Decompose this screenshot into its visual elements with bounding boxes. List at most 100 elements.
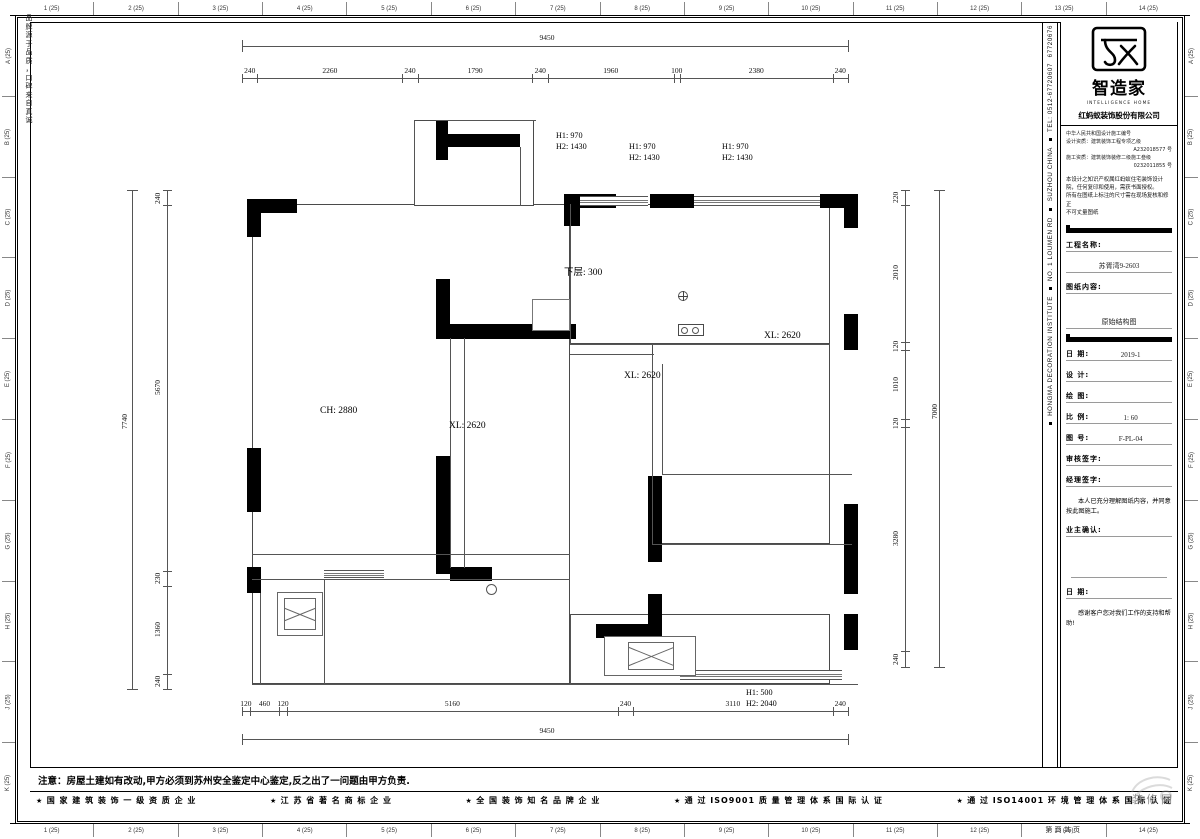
vstrip-line-5: 67720676: [1046, 25, 1054, 58]
dim-tick: [249, 707, 251, 716]
partition-line: [520, 147, 521, 206]
meta-field-row[interactable]: 经理签字:: [1066, 471, 1172, 488]
ruler-tick: 12 (25): [938, 2, 1023, 15]
dim-tick: [163, 673, 172, 675]
dim-segment-label: 240: [153, 675, 162, 687]
ruler-tick: F (25): [2, 420, 15, 501]
dim-bottom-total-label: 9450: [539, 726, 555, 735]
dim-tick: [901, 350, 910, 352]
ruler-bottom: 1 (25) 2 (25) 3 (25) 4 (25) 5 (25) 6 (25) 7 (2…: [10, 823, 1190, 837]
meta-field-row[interactable]: 审核签字:: [1066, 450, 1172, 467]
meta-field-row[interactable]: 日 期: 2019-1: [1066, 345, 1172, 362]
door-opening: [532, 299, 570, 331]
dim-tick: [848, 74, 849, 83]
ceiling-point-cross-icon: [678, 291, 688, 301]
ruler-tick: B (25): [2, 97, 15, 178]
star-icon: ★: [956, 797, 968, 805]
ruler-tick: 6 (25): [432, 824, 517, 837]
dim-tick: [901, 427, 910, 429]
dim-tick: [417, 74, 419, 83]
partition-line: [436, 120, 536, 121]
room-outline-small-top: [414, 120, 534, 206]
dim-segment-label: 240: [891, 653, 900, 665]
brand-name-cn: 智造家: [1092, 79, 1146, 99]
dim-tick: [402, 74, 404, 83]
certification-label: 江 苏 省 著 名 商 标 企 业: [280, 796, 392, 805]
star-icon: ★: [36, 797, 47, 805]
meta-field-value: F-PL-04: [1118, 435, 1143, 444]
field-drawing-content[interactable]: 图纸内容:: [1066, 278, 1172, 295]
dim-tick: [617, 707, 619, 716]
wall-segment: [247, 199, 261, 237]
meta-field-row[interactable]: 绘 图:: [1066, 387, 1172, 404]
dim-segment-label: 240: [619, 699, 632, 708]
wall-segment: [247, 448, 261, 512]
meta-field-label: 设 计:: [1066, 371, 1090, 380]
field-owner-confirm[interactable]: 业主确认:: [1066, 521, 1172, 538]
dim-segment-label: 3280: [891, 531, 900, 547]
vstrip-dot-3: [1048, 286, 1052, 290]
owner-confirm-fields: 业主确认: 日 期:: [1061, 521, 1177, 600]
ruler-left: A (25) B (25) C (25) D (25) E (25) F (25) G (2…: [2, 16, 16, 823]
ruler-tick: H (25): [1185, 582, 1198, 663]
dim-segment-label: 240: [534, 66, 546, 75]
vstrip-dot-4: [1048, 421, 1052, 425]
meta-field-row[interactable]: 设 计:: [1066, 366, 1172, 383]
field-project-name-value: 苏胥湾9-2603: [1098, 262, 1140, 271]
partition-line: [652, 354, 653, 544]
dim-tick: [163, 585, 172, 587]
field-date[interactable]: 日 期:: [1066, 583, 1172, 600]
field-owner-confirm-label: 业主确认:: [1066, 526, 1102, 535]
dim-segment-label: 2010: [891, 265, 900, 281]
brand-name-en: INTELLIGENCE HOME: [1086, 100, 1152, 105]
dim-tick: [163, 571, 172, 573]
owner-confirm-text: 本人已充分理解图纸内容，并同意按此图施工。: [1066, 498, 1171, 515]
divider-bar-2: [1066, 228, 1172, 234]
dim-tick: [901, 204, 910, 206]
window-note-3-h1: H1: 970: [722, 142, 749, 151]
window-note-4-h2: H2: 2040: [746, 699, 777, 708]
dim-top-chain-line: [242, 78, 849, 79]
dim-segment-label: 5670: [153, 380, 162, 396]
dim-left-total-line: [132, 190, 133, 690]
vstrip-line-2: SUZHOU CHINA: [1046, 147, 1054, 202]
ruler-tick: 1 (25): [10, 824, 95, 837]
dim-tick: [242, 40, 243, 52]
cert-line-5: 0232011855 号: [1133, 163, 1172, 169]
field-owner-signature[interactable]: [1066, 542, 1172, 572]
meta-field-value: 1: 60: [1123, 414, 1138, 423]
ruler-tick: 3 (25): [179, 2, 264, 15]
dim-tick: [242, 707, 243, 716]
dim-tick: [848, 734, 849, 745]
dim-tick: [242, 734, 243, 745]
dim-tick: [242, 74, 243, 83]
dim-segment-label: 1360: [153, 622, 162, 638]
label-beam-1: XL: 2620: [449, 421, 486, 431]
owner-signature-rule: [1071, 577, 1167, 579]
meta-field-row[interactable]: 比 例: 1: 60: [1066, 408, 1172, 425]
dim-segment-label: 230: [153, 572, 162, 585]
meta-field-label: 经理签字:: [1066, 476, 1102, 485]
meta-field-value: 2019-1: [1120, 351, 1141, 360]
dim-right-total-label: 7000: [930, 404, 939, 419]
field-drawing-content-value-row[interactable]: 原始结构图: [1066, 299, 1172, 330]
vstrip-line-4: NO. 1 LOUMEN RD: [1046, 216, 1054, 281]
dim-right-total-line: [939, 190, 940, 668]
certification-label: 通 过 ISO9001 质 量 管 理 体 系 国 际 认 证: [684, 796, 883, 805]
divider-bar-4: [1066, 337, 1172, 343]
dim-tick: [901, 667, 910, 668]
ruler-tick: 8 (25): [601, 824, 685, 837]
partition-line: [570, 684, 858, 685]
ruler-tick: B (25): [1185, 97, 1198, 178]
cert-line-2: 设计资质：建筑装饰工程专项乙级: [1066, 139, 1142, 145]
window-note-2-h2: H2: 1430: [629, 153, 660, 162]
meta-field-row[interactable]: 图 号: F-PL-04: [1066, 429, 1172, 446]
field-project-name[interactable]: 工程名称:: [1066, 236, 1172, 253]
cert-info: 中华人民共和国设计施工编号 设计资质：建筑装饰工程专项乙级 A232018577…: [1061, 126, 1177, 174]
window-side: [324, 570, 384, 578]
burner-icon: [692, 327, 699, 334]
certification-item: ★ 江 苏 省 著 名 商 标 企 业: [270, 795, 392, 806]
dim-right-chain-line: [905, 190, 906, 668]
field-project-name-value-row[interactable]: 苏胥湾9-2603: [1066, 257, 1172, 274]
ruler-tick: K (25): [1188, 774, 1195, 792]
